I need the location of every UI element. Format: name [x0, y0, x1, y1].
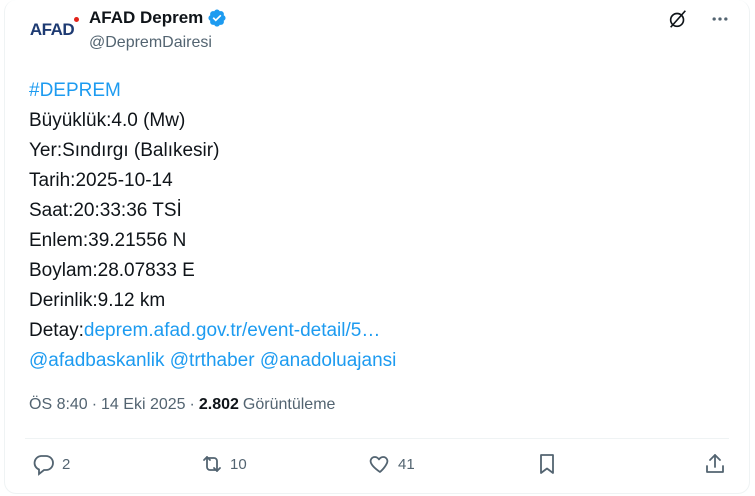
divider [25, 438, 729, 439]
name-row: AFAD Deprem [89, 8, 227, 28]
reply-count: 2 [62, 455, 71, 473]
mention-anadoluajansi[interactable]: @anadoluajansi [260, 350, 397, 371]
share-icon [706, 454, 724, 473]
time-line: Saat:20:33:36 TSİ [29, 200, 182, 221]
reply-button[interactable]: 2 [32, 452, 70, 476]
detail-link[interactable]: deprem.afad.gov.tr/event-detail/5… [84, 320, 380, 341]
tweet-text: #DEPREM Büyüklük:4.0 (Mw) Yer:Sındırgı (… [29, 76, 396, 376]
share-button[interactable] [703, 452, 727, 476]
location-line: Yer:Sındırgı (Balıkesir) [29, 140, 220, 161]
retweet-button[interactable]: 10 [200, 452, 247, 476]
avatar[interactable]: AFAD [26, 10, 80, 50]
logo-dot [74, 17, 80, 22]
display-name[interactable]: AFAD Deprem [89, 8, 203, 28]
longitude-line: Boylam:28.07833 E [29, 260, 195, 281]
hashtag-link[interactable]: #DEPREM [29, 80, 121, 101]
depth-line: Derinlik:9.12 km [29, 290, 166, 311]
grok-icon[interactable] [667, 8, 689, 30]
mention-trthaber[interactable]: @trthaber [170, 350, 255, 371]
date-line: Tarih:2025-10-14 [29, 170, 173, 191]
detail-label: Detay: [29, 320, 84, 341]
bookmark-icon [540, 454, 554, 474]
handle[interactable]: @DepremDairesi [89, 34, 212, 52]
latitude-line: Enlem:39.21556 N [29, 230, 187, 251]
meta-separator: · [91, 396, 98, 413]
tweet-meta: ÖS 8:40 · 14 Eki 2025 · 2.802 Görüntülem… [29, 396, 335, 414]
more-icon[interactable] [709, 8, 731, 30]
meta-separator-2: · [189, 396, 195, 413]
reply-icon [33, 455, 54, 476]
bookmark-button[interactable] [535, 452, 559, 476]
top-icons [667, 8, 731, 30]
like-count: 41 [398, 455, 415, 473]
like-button[interactable]: 41 [368, 452, 415, 476]
afad-logo: AFAD [29, 17, 80, 40]
post-date[interactable]: 14 Eki 2025 [101, 396, 186, 414]
views-count: 2.802 [198, 396, 239, 413]
retweet-icon [203, 456, 221, 472]
post-time[interactable]: ÖS 8:40 [29, 396, 88, 414]
avatar-text: AFAD [29, 20, 75, 39]
magnitude-line: Büyüklük:4.0 (Mw) [29, 110, 186, 131]
verified-badge-icon [208, 9, 226, 27]
tweet-card: AFAD AFAD Deprem @DepremDairesi #DEPREM … [4, 0, 750, 494]
like-icon [369, 456, 389, 473]
views-label: Görüntüleme [242, 396, 336, 413]
action-bar: 2 10 41 [5, 452, 749, 486]
retweet-count: 10 [230, 455, 247, 473]
mention-afadbaskanlik[interactable]: @afadbaskanlik [29, 350, 164, 371]
